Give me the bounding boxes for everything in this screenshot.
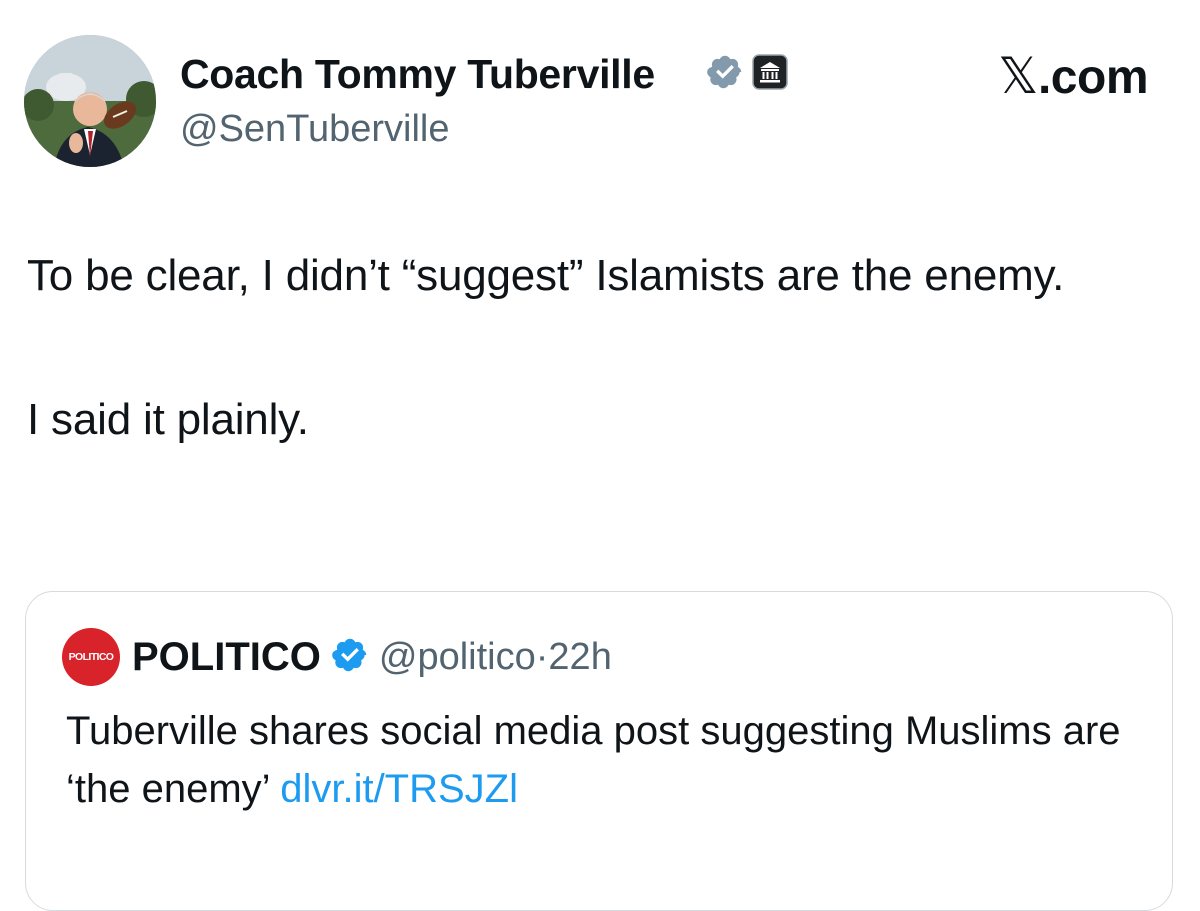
verified-badge-icon xyxy=(706,53,744,96)
author-display-name[interactable]: Coach Tommy Tuberville xyxy=(180,50,655,98)
quoted-tweet-text: Tuberville shares social media post sugg… xyxy=(66,702,1146,818)
verified-badge-icon xyxy=(331,636,369,679)
quoted-handle-time: @politico·22h xyxy=(379,633,612,681)
tweet-paragraph: To be clear, I didn’t “suggest” Islamist… xyxy=(27,251,1065,300)
government-building-icon xyxy=(752,54,788,95)
quoted-tweet-card[interactable]: POLITICO POLITICO @politico·22h Tubervil… xyxy=(25,591,1173,911)
quoted-timestamp[interactable]: 22h xyxy=(548,636,611,678)
tweet-paragraph: I said it plainly. xyxy=(27,395,309,444)
quoted-text: Tuberville shares social media post sugg… xyxy=(66,709,1121,811)
politico-avatar[interactable]: POLITICO xyxy=(62,628,120,686)
x-logo-icon: 𝕏 xyxy=(998,47,1038,105)
quoted-display-name[interactable]: POLITICO xyxy=(132,633,321,681)
meta-separator: · xyxy=(535,636,549,678)
tweet-text: To be clear, I didn’t “suggest” Islamist… xyxy=(27,240,1147,456)
author-handle[interactable]: @SenTuberville xyxy=(180,106,450,152)
quoted-tweet-header: POLITICO POLITICO @politico·22h xyxy=(62,628,612,686)
quoted-handle[interactable]: @politico xyxy=(379,636,536,678)
quoted-link[interactable]: dlvr.it/TRSJZl xyxy=(280,767,518,811)
brand-domain: .com xyxy=(1037,51,1149,104)
x-brand-logo: 𝕏.com xyxy=(998,50,1148,104)
avatar-photo xyxy=(24,35,156,167)
author-avatar[interactable] xyxy=(24,35,156,167)
author-badges xyxy=(706,53,788,96)
